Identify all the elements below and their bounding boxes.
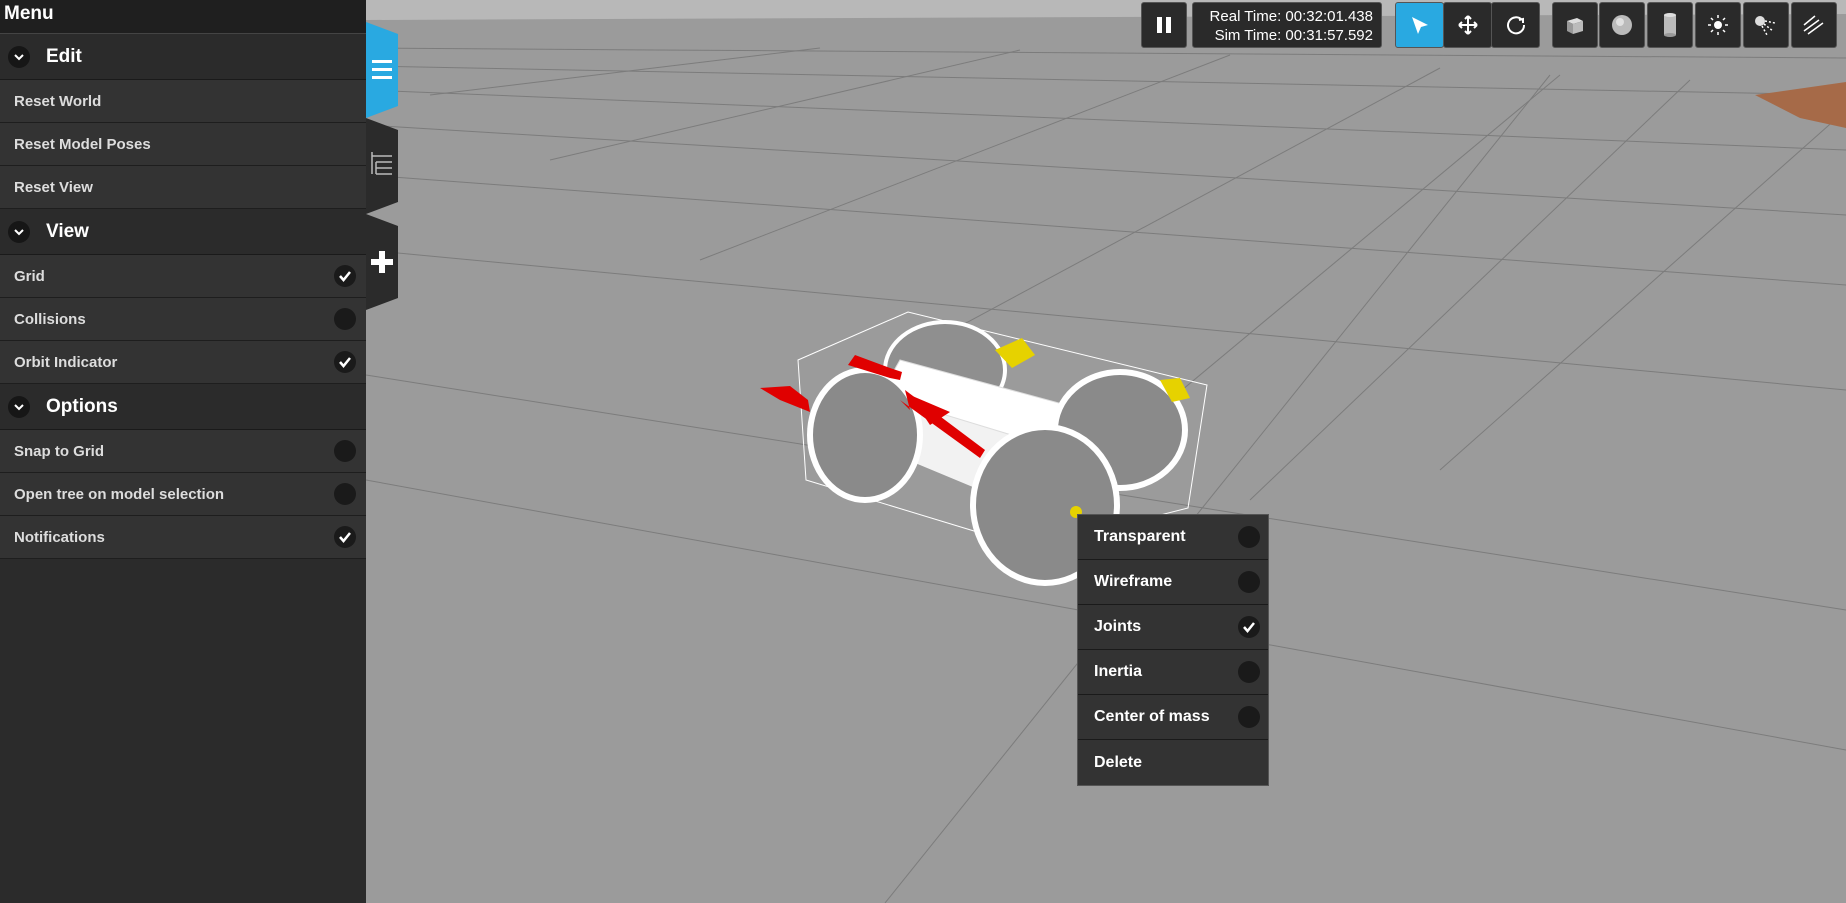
- reset-world-item[interactable]: Reset World: [0, 80, 366, 123]
- chevron-down-icon: [8, 220, 30, 243]
- unchecked-circle-icon[interactable]: [1238, 706, 1260, 728]
- option-label: Transparent: [1094, 528, 1186, 545]
- spot-light-icon: [1755, 16, 1776, 36]
- section-edit[interactable]: Edit: [0, 34, 366, 80]
- item-label: Reset World: [14, 92, 102, 110]
- unchecked-circle-icon[interactable]: [1238, 661, 1260, 683]
- box-button[interactable]: [1552, 2, 1598, 48]
- notifications-toggle[interactable]: Notifications: [0, 516, 366, 559]
- section-label: View: [46, 220, 89, 242]
- item-label: Reset Model Poses: [14, 135, 151, 153]
- grid-toggle[interactable]: Grid: [0, 255, 366, 298]
- open-tree-toggle[interactable]: Open tree on model selection: [0, 473, 366, 516]
- chevron-down-icon: [8, 395, 30, 418]
- cylinder-button[interactable]: [1647, 2, 1693, 48]
- sphere-button[interactable]: [1599, 2, 1645, 48]
- item-label: Collisions: [14, 310, 86, 328]
- reset-model-poses-item[interactable]: Reset Model Poses: [0, 123, 366, 166]
- real-time-text: Real Time: 00:32:01.438: [1209, 8, 1373, 25]
- snap-to-grid-toggle[interactable]: Snap to Grid: [0, 430, 366, 473]
- pause-icon: [1157, 17, 1171, 33]
- plus-icon: [366, 214, 398, 310]
- item-label: Open tree on model selection: [14, 485, 225, 503]
- item-label: Reset View: [14, 178, 93, 196]
- unchecked-circle-icon[interactable]: [1238, 571, 1260, 593]
- collisions-toggle[interactable]: Collisions: [0, 298, 366, 341]
- unchecked-circle-icon[interactable]: [334, 308, 356, 330]
- wireframe-option[interactable]: Wireframe: [1078, 560, 1268, 605]
- translate-icon: [1457, 15, 1478, 35]
- menu-tab[interactable]: [366, 22, 398, 123]
- point-light-button[interactable]: [1695, 2, 1741, 48]
- option-label: Wireframe: [1094, 573, 1173, 590]
- cylinder-icon: [1664, 13, 1676, 37]
- unchecked-circle-icon[interactable]: [1238, 526, 1260, 548]
- box-icon: [1567, 18, 1583, 34]
- option-label: Joints: [1094, 618, 1142, 635]
- tree-icon: [366, 118, 398, 214]
- item-label: Notifications: [14, 528, 105, 546]
- spot-light-button[interactable]: [1743, 2, 1789, 48]
- section-label: Options: [46, 395, 118, 417]
- sim-time-display: Real Time: 00:32:01.438 Sim Time: 00:31:…: [1192, 2, 1382, 48]
- checkmark-icon[interactable]: [334, 526, 356, 548]
- orbit-indicator-toggle[interactable]: Orbit Indicator: [0, 341, 366, 384]
- reset-view-item[interactable]: Reset View: [0, 166, 366, 209]
- item-label: Grid: [14, 267, 45, 285]
- item-label: Snap to Grid: [14, 442, 104, 460]
- translate-mode-button[interactable]: [1443, 2, 1492, 48]
- insert-tab[interactable]: [366, 214, 398, 315]
- rotate-mode-button[interactable]: [1491, 2, 1540, 48]
- delete-option[interactable]: Delete: [1078, 740, 1268, 785]
- joints-option[interactable]: Joints: [1078, 605, 1268, 650]
- center-of-mass-option[interactable]: Center of mass: [1078, 695, 1268, 740]
- item-label: Orbit Indicator: [14, 353, 118, 371]
- sim-time-text: Sim Time: 00:31:57.592: [1214, 27, 1373, 44]
- pause-button[interactable]: [1141, 2, 1187, 48]
- section-label: Edit: [46, 45, 82, 67]
- directional-light-button[interactable]: [1791, 2, 1837, 48]
- option-label: Delete: [1094, 753, 1143, 771]
- model-context-menu: Transparent Wireframe Joints Inertia Cen…: [1077, 514, 1269, 786]
- directional-light-icon: [1803, 15, 1824, 35]
- chevron-down-icon: [8, 45, 30, 68]
- hamburger-icon: [366, 22, 398, 118]
- option-label: Inertia: [1094, 663, 1143, 680]
- unchecked-circle-icon[interactable]: [334, 483, 356, 505]
- checkmark-icon[interactable]: [1238, 616, 1260, 638]
- menu-title: Menu: [0, 0, 366, 34]
- side-menu: Menu Edit Reset World Reset Model Poses …: [0, 0, 366, 903]
- checkmark-icon[interactable]: [334, 265, 356, 287]
- checkmark-icon[interactable]: [334, 351, 356, 373]
- section-view[interactable]: View: [0, 209, 366, 255]
- inertia-option[interactable]: Inertia: [1078, 650, 1268, 695]
- point-light-icon: [1708, 15, 1728, 35]
- select-mode-button[interactable]: [1395, 2, 1444, 48]
- unchecked-circle-icon[interactable]: [334, 440, 356, 462]
- select-arrow-icon: [1411, 17, 1428, 34]
- option-label: Center of mass: [1094, 708, 1210, 725]
- section-options[interactable]: Options: [0, 384, 366, 430]
- transparent-option[interactable]: Transparent: [1078, 515, 1268, 560]
- model-tree-tab[interactable]: [366, 118, 398, 219]
- rotate-icon: [1506, 16, 1525, 35]
- sphere-icon: [1612, 15, 1632, 35]
